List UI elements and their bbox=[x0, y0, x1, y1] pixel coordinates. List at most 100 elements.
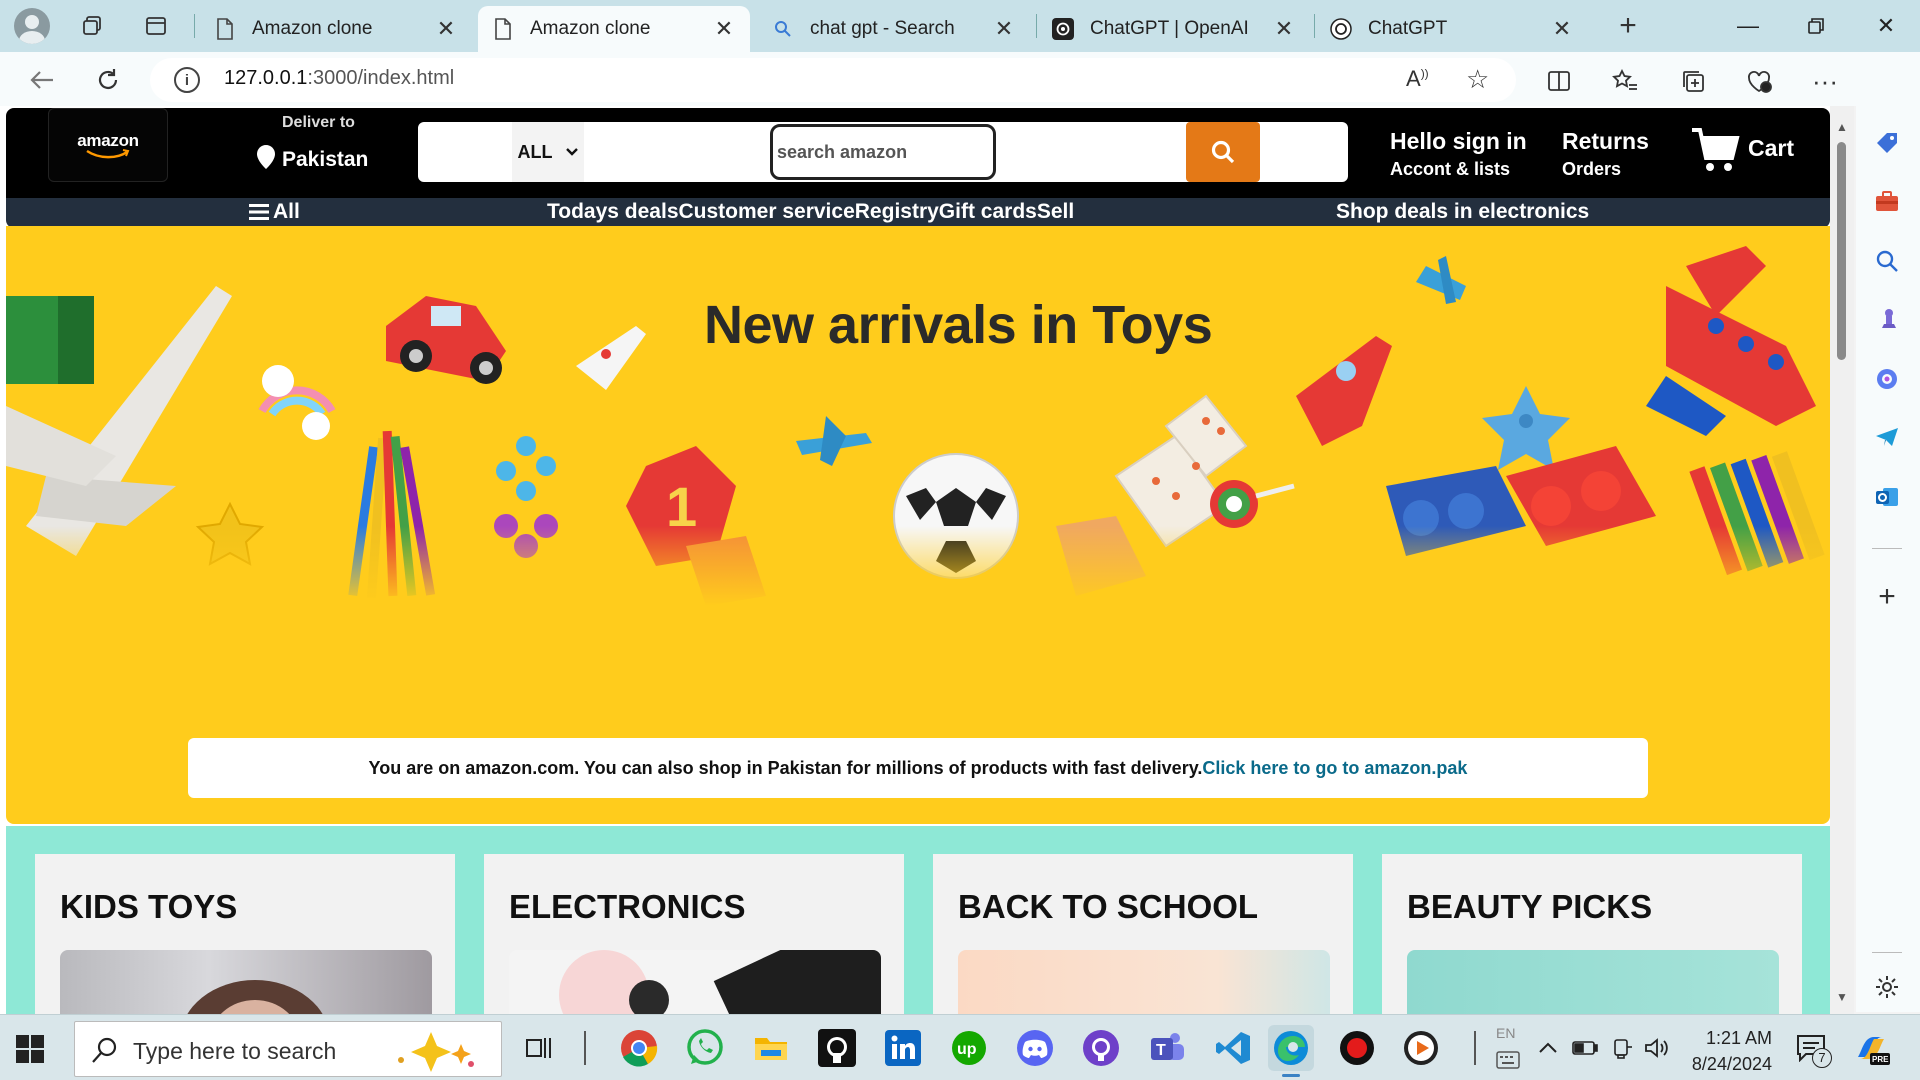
github-icon[interactable] bbox=[814, 1025, 860, 1071]
keyboard-icon bbox=[1496, 1051, 1520, 1069]
tab-amazon-clone-1[interactable]: Amazon clone ✕ bbox=[200, 6, 472, 52]
whatsapp-icon[interactable] bbox=[682, 1025, 728, 1071]
tools-briefcase-icon[interactable] bbox=[1870, 184, 1904, 218]
amazon-logo[interactable]: amazon bbox=[48, 108, 168, 182]
volume-icon[interactable] bbox=[1644, 1015, 1670, 1080]
network-icon[interactable] bbox=[1612, 1015, 1634, 1080]
subnav-link-gift-cards[interactable]: Gift cards bbox=[939, 200, 1037, 224]
close-window-icon[interactable]: ✕ bbox=[1852, 0, 1920, 52]
tab-close-icon[interactable]: ✕ bbox=[712, 16, 736, 42]
search-bar: ALL bbox=[418, 122, 1348, 182]
back-icon[interactable] bbox=[22, 60, 62, 100]
scroll-up-icon[interactable]: ▲ bbox=[1836, 120, 1848, 134]
deliver-country: Pakistan bbox=[282, 148, 369, 171]
collections-icon[interactable] bbox=[1674, 62, 1712, 100]
minimize-icon[interactable]: — bbox=[1714, 0, 1782, 52]
games-chess-icon[interactable] bbox=[1870, 302, 1904, 336]
copilot-sidebar-icon[interactable] bbox=[1870, 362, 1904, 396]
discord-icon[interactable] bbox=[1012, 1025, 1058, 1071]
browser-tab-strip: Amazon clone ✕ Amazon clone ✕ chat gpt -… bbox=[0, 0, 1920, 52]
send-telegram-icon[interactable] bbox=[1870, 420, 1904, 454]
screen-recorder-icon[interactable] bbox=[1334, 1025, 1380, 1071]
card-kids-toys[interactable]: KIDS TOYS bbox=[35, 854, 455, 1014]
tab-close-icon[interactable]: ✕ bbox=[434, 16, 458, 42]
tab-actions-icon[interactable] bbox=[136, 6, 176, 46]
card-image[interactable] bbox=[509, 950, 881, 1014]
all-menu-button[interactable]: All bbox=[249, 200, 300, 224]
subnav-link-todays-deals[interactable]: Todays deals bbox=[547, 200, 679, 224]
svg-text:T: T bbox=[1156, 1042, 1166, 1059]
linkedin-icon[interactable] bbox=[880, 1025, 926, 1071]
new-tab-icon[interactable]: + bbox=[1608, 6, 1648, 46]
bing-search-icon bbox=[772, 18, 794, 40]
task-view-icon[interactable] bbox=[516, 1025, 562, 1071]
tab-close-icon[interactable]: ✕ bbox=[1550, 16, 1574, 42]
media-player-icon[interactable] bbox=[1398, 1025, 1444, 1071]
card-electronics[interactable]: ELECTRONICS bbox=[484, 854, 904, 1014]
scrollbar-thumb[interactable] bbox=[1837, 142, 1846, 360]
search-input[interactable] bbox=[770, 124, 996, 180]
add-sidebar-app-icon[interactable]: + bbox=[1870, 580, 1904, 614]
card-image[interactable] bbox=[60, 950, 432, 1014]
tab-chatgpt[interactable]: ChatGPT ✕ bbox=[1316, 6, 1588, 52]
github-desktop-icon[interactable] bbox=[1078, 1025, 1124, 1071]
teams-icon[interactable]: T bbox=[1144, 1025, 1190, 1071]
browser-essentials-icon[interactable] bbox=[1740, 62, 1778, 100]
windows-start-icon[interactable] bbox=[16, 1035, 44, 1068]
shop-deals-electronics-link[interactable]: Shop deals in electronics bbox=[1336, 200, 1589, 224]
card-beauty-picks[interactable]: BEAUTY PICKS bbox=[1382, 854, 1802, 1014]
tab-close-icon[interactable]: ✕ bbox=[1272, 16, 1296, 42]
tab-close-icon[interactable]: ✕ bbox=[992, 16, 1016, 42]
profile-avatar[interactable] bbox=[14, 8, 50, 44]
site-info-icon[interactable]: i bbox=[174, 67, 200, 93]
battery-icon[interactable] bbox=[1572, 1015, 1598, 1080]
openai-icon bbox=[1330, 18, 1352, 40]
subnav-link-customer-service[interactable]: Customer service bbox=[679, 200, 855, 224]
file-explorer-icon[interactable] bbox=[748, 1025, 794, 1071]
workspaces-icon[interactable] bbox=[72, 6, 112, 46]
sidebar-settings-icon[interactable] bbox=[1870, 970, 1904, 1004]
orders-label: Orders bbox=[1562, 159, 1622, 179]
cart-link[interactable]: Cart bbox=[1690, 126, 1794, 174]
tab-chatgpt-openai[interactable]: ChatGPT | OpenAI ✕ bbox=[1038, 6, 1310, 52]
settings-more-icon[interactable]: ··· bbox=[1806, 62, 1844, 100]
card-back-to-school[interactable]: BACK TO SCHOOL bbox=[933, 854, 1353, 1014]
card-image[interactable] bbox=[1407, 950, 1779, 1014]
taskbar-clock[interactable]: 1:21 AM 8/24/2024 bbox=[1680, 1025, 1772, 1077]
page-scrollbar[interactable]: ▲ ▼ bbox=[1830, 106, 1854, 1014]
account-lists-link[interactable]: Hello sign in Accont & lists bbox=[1390, 128, 1527, 180]
copilot-preview-icon[interactable]: PRE bbox=[1852, 1015, 1890, 1080]
notice-link[interactable]: Click here to go to amazon.pak bbox=[1202, 758, 1467, 779]
read-aloud-icon[interactable]: A)) bbox=[1406, 66, 1429, 92]
scroll-down-icon[interactable]: ▼ bbox=[1836, 990, 1848, 1004]
tab-chatgpt-search[interactable]: chat gpt - Search ✕ bbox=[758, 6, 1030, 52]
tab-amazon-clone-2[interactable]: Amazon clone ✕ bbox=[478, 6, 750, 52]
subnav-link-registry[interactable]: Registry bbox=[855, 200, 939, 224]
deliver-to[interactable]: Deliver to Pakistan bbox=[256, 114, 368, 172]
input-language-indicator[interactable]: EN bbox=[1494, 1015, 1524, 1080]
search-category-select[interactable]: ALL bbox=[512, 122, 584, 182]
split-screen-icon[interactable] bbox=[1540, 62, 1578, 100]
chrome-icon[interactable] bbox=[616, 1025, 662, 1071]
upwork-icon[interactable]: up bbox=[946, 1025, 992, 1071]
favorites-icon[interactable] bbox=[1606, 62, 1644, 100]
notification-center-icon[interactable]: 7 bbox=[1794, 1015, 1834, 1080]
smile-arrow-icon bbox=[86, 149, 130, 159]
refresh-icon[interactable] bbox=[88, 60, 128, 100]
shopping-tag-icon[interactable] bbox=[1870, 126, 1904, 160]
taskbar-search-box[interactable]: Type here to search bbox=[74, 1021, 502, 1077]
card-image[interactable] bbox=[958, 950, 1330, 1014]
favorite-star-icon[interactable]: ☆ bbox=[1466, 64, 1489, 95]
restore-icon[interactable] bbox=[1782, 0, 1850, 52]
vscode-icon[interactable] bbox=[1210, 1025, 1256, 1071]
search-button[interactable] bbox=[1186, 122, 1260, 182]
search-icon[interactable] bbox=[1870, 244, 1904, 278]
show-hidden-icons-chevron-icon[interactable] bbox=[1538, 1015, 1558, 1080]
returns-orders-link[interactable]: Returns Orders bbox=[1562, 128, 1649, 180]
edge-browser-icon[interactable] bbox=[1268, 1025, 1314, 1077]
returns-label: Returns bbox=[1562, 128, 1649, 154]
address-bar[interactable]: i 127.0.0.1:3000/index.html A)) ☆ bbox=[150, 58, 1516, 102]
subnav-link-sell[interactable]: Sell bbox=[1037, 200, 1074, 224]
svg-text:PRE: PRE bbox=[1872, 1055, 1889, 1064]
outlook-icon[interactable] bbox=[1870, 480, 1904, 514]
